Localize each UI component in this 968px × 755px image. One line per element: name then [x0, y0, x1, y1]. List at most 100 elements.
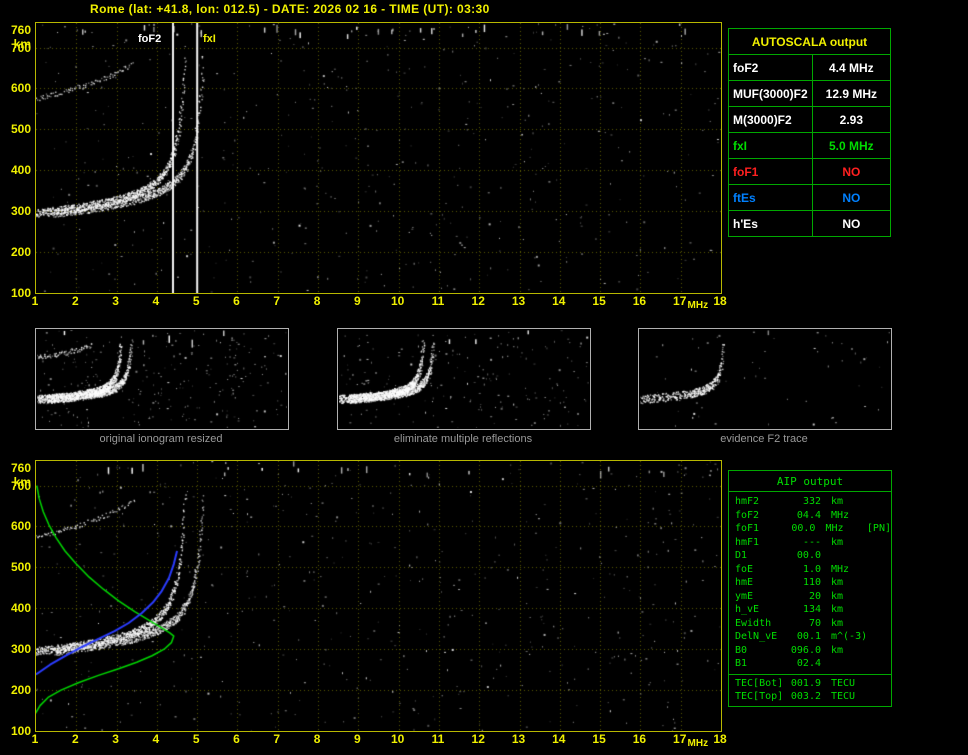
- aip-parameter-name: foE: [735, 563, 754, 575]
- y-axis-tick: 300: [10, 204, 31, 219]
- x-axis-tick: 2: [71, 732, 79, 746]
- y-axis-tick: 500: [10, 560, 31, 575]
- autoscala-row: MUF(3000)F2 12.9 MHz: [728, 80, 892, 107]
- y-axis-tick: 500: [10, 122, 31, 137]
- aip-parameter-value: 332: [802, 496, 821, 507]
- aip-parameter-name: B0: [735, 644, 748, 656]
- x-axis-unit-label: MHz: [687, 738, 709, 749]
- aip-parameter-value: 02.4: [796, 658, 821, 669]
- aip-parameter-unit: km: [831, 496, 844, 507]
- thumbnail-filtered-canvas: [339, 330, 589, 428]
- aip-parameter-name: TEC[Bot]: [735, 677, 784, 689]
- autoscala-parameter-value: NO: [811, 184, 892, 211]
- autoscala-row: M(3000)F2 2.93: [728, 106, 892, 133]
- autoscala-parameter-label: fxI: [728, 132, 813, 159]
- aip-output-table: AIP output hmF2 332 km foF2 04.4 MHz foF1 00.0 M…: [728, 470, 892, 707]
- y-axis-tick: 400: [10, 163, 31, 178]
- aip-parameter-value: 04.4: [796, 509, 821, 521]
- aip-parameter-unit: km: [831, 644, 844, 656]
- x-axis-unit-label: MHz: [687, 300, 709, 311]
- x-axis-tick: 5: [192, 294, 200, 308]
- x-axis-tick: 13: [511, 294, 526, 308]
- x-axis-tick: 7: [273, 294, 281, 308]
- aip-parameter-name: D1: [735, 550, 748, 561]
- aip-row: B1 02.4: [729, 657, 891, 671]
- y-axis-tick: 200: [10, 245, 31, 260]
- fxi-marker-label: fxI: [203, 33, 216, 45]
- aip-parameter-unit: TECU: [831, 677, 856, 689]
- autoscala-parameter-value: 4.4 MHz: [811, 54, 892, 81]
- aip-title: AIP output: [729, 471, 891, 492]
- aip-parameter-extra: [871, 576, 875, 590]
- x-axis-tick: 12: [471, 732, 485, 746]
- aip-parameter-name: hmE: [735, 577, 754, 588]
- x-axis-tick: 8: [313, 732, 321, 746]
- aip-parameter-unit: km: [831, 604, 844, 615]
- page-title: Rome (lat: +41.8, lon: 012.5) - DATE: 20…: [90, 2, 490, 16]
- aip-parameter-unit: m^(-3): [831, 631, 868, 642]
- x-axis-tick: 4: [152, 732, 160, 746]
- aip-parameter-value: 00.0: [796, 550, 821, 561]
- aip-row: D1 00.0: [729, 549, 891, 563]
- autoscala-parameter-value: 2.93: [811, 106, 892, 133]
- bottom-ionogram-plot: [35, 460, 722, 732]
- aip-row: TEC[Bot] 001.9 TECU: [729, 673, 891, 691]
- x-axis-tick: 11: [431, 294, 445, 308]
- x-axis-tick: 3: [112, 732, 119, 746]
- aip-row: foF2 04.4 MHz: [729, 509, 891, 523]
- thumbnail-original-ionogram: [35, 328, 289, 430]
- autoscala-parameter-label: M(3000)F2: [728, 106, 813, 133]
- aip-row: hmF1 --- km: [729, 536, 891, 550]
- aip-parameter-unit: [821, 657, 871, 671]
- aip-row: TEC[Top] 003.2 TECU: [729, 690, 891, 704]
- aip-parameter-extra: [871, 690, 875, 704]
- y-axis-tick: 100: [10, 724, 31, 738]
- thumbnail-caption-filtered: eliminate multiple reflections: [393, 433, 533, 445]
- x-axis-tick: 15: [592, 732, 606, 746]
- aip-parameter-extra: [871, 603, 875, 617]
- top-ionogram-canvas: [36, 23, 721, 293]
- autoscala-row: foF2 4.4 MHz: [728, 54, 892, 81]
- x-axis-tick: 18: [713, 294, 727, 308]
- thumbnail-f2-trace-canvas: [640, 330, 890, 428]
- y-axis-tick: 700: [10, 40, 31, 55]
- aip-parameter-name: hmF1: [735, 536, 760, 548]
- autoscala-row: fxI 5.0 MHz: [728, 132, 892, 159]
- aip-parameter-extra: [871, 590, 875, 604]
- aip-row: hmE 110 km: [729, 576, 891, 590]
- aip-parameter-unit: MHz: [825, 523, 844, 534]
- autoscala-parameter-value: NO: [811, 158, 892, 185]
- x-axis-tick: 18: [713, 732, 727, 746]
- aip-parameter-value: 20: [808, 590, 821, 602]
- y-axis-tick: 760: [10, 461, 31, 475]
- x-axis-tick: 8: [313, 294, 321, 308]
- y-axis-tick: 400: [10, 601, 31, 616]
- aip-parameter-value: ---: [802, 536, 821, 548]
- aip-parameter-extra: [871, 630, 875, 644]
- aip-row: foF1 00.0 MHz [PN]: [729, 522, 891, 536]
- autoscala-row: foF1 NO: [728, 158, 892, 185]
- autoscala-parameter-value: 12.9 MHz: [811, 80, 892, 107]
- aip-parameter-extra: [PN]: [866, 523, 891, 534]
- aip-parameter-unit: MHz: [831, 563, 850, 575]
- fof2-marker-label: foF2: [138, 33, 162, 45]
- thumbnail-caption-original: original ionogram resized: [99, 433, 223, 445]
- bottom-ionogram-canvas: [36, 461, 721, 731]
- aip-parameter-name: B1: [735, 658, 748, 669]
- aip-parameter-extra: [871, 536, 875, 550]
- aip-row: B0 096.0 km: [729, 644, 891, 658]
- aip-parameter-value: 1.0: [802, 563, 821, 575]
- aip-parameter-extra: [871, 563, 875, 577]
- x-axis-tick: 10: [390, 732, 405, 746]
- x-axis-tick: 6: [233, 294, 240, 308]
- x-axis-tick: 15: [592, 294, 606, 308]
- autoscala-output-table: AUTOSCALA output foF2 4.4 MHz MUF(3000)F2 1…: [728, 28, 892, 237]
- x-axis-tick: 14: [552, 732, 566, 746]
- aip-parameter-unit: MHz: [831, 509, 850, 521]
- aip-parameter-unit: km: [831, 590, 844, 602]
- x-axis-tick: 11: [431, 732, 445, 746]
- aip-parameter-value: 096.0: [790, 644, 821, 656]
- autoscala-parameter-label: ftEs: [728, 184, 813, 211]
- y-axis-tick: 200: [10, 683, 31, 698]
- x-axis-tick: 10: [390, 294, 405, 308]
